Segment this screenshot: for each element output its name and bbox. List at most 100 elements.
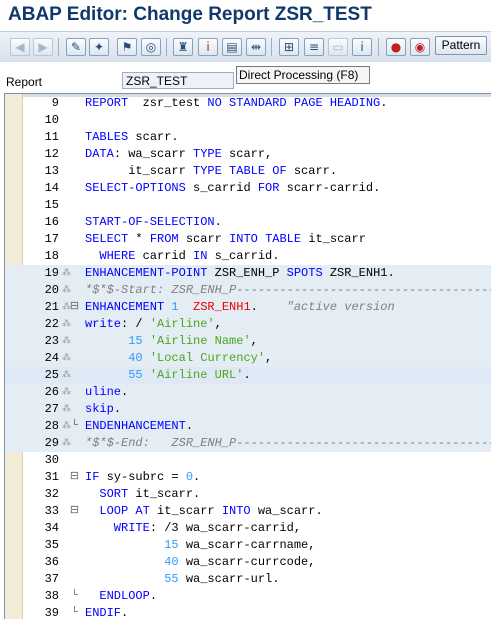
code-token: "active version	[286, 300, 395, 314]
code-line[interactable]: 32 SORT it_scarr.	[5, 486, 491, 503]
code-line[interactable]: 18 WHERE carrid IN s_carrid.	[5, 248, 491, 265]
code-token: ,	[265, 351, 273, 365]
code-line[interactable]: 25 ⁂ 55 'Airline URL'.	[5, 367, 491, 384]
code-token: s_carrid	[193, 181, 258, 195]
session-breakpoint-icon[interactable]: ◉	[410, 38, 430, 56]
line-number: 33	[44, 504, 59, 518]
code-line[interactable]: 14 SELECT-OPTIONS s_carrid FOR scarr-carr…	[5, 180, 491, 197]
code-line[interactable]: 39 └ ENDIF.	[5, 605, 491, 619]
code-line[interactable]: 20 ⁂ *$*$-Start: ZSR_ENH_P----------------…	[5, 282, 491, 299]
code-token: INTO TABLE	[229, 232, 309, 246]
code-token: TYPE	[193, 147, 230, 161]
code-line[interactable]: 27 ⁂ skip.	[5, 401, 491, 418]
enhancement-icon[interactable]: ≡	[304, 38, 324, 56]
line-number: 36	[44, 555, 59, 569]
info-icon[interactable]: i	[352, 38, 372, 56]
enhancement-marker-icon: ⁂	[62, 421, 71, 431]
code-text: WRITE: /3 wa_scarr-carrid,	[85, 520, 301, 537]
code-token: zsr_test	[142, 96, 208, 110]
code-line[interactable]: 23 ⁂ 15 'Airline Name',	[5, 333, 491, 350]
navigation-window-icon[interactable]: ▤	[222, 38, 242, 56]
code-token: .	[250, 300, 287, 314]
code-token: 55	[128, 368, 150, 382]
display-change-icon[interactable]: ✎	[66, 38, 86, 56]
code-token: ZSR_ENH1	[193, 300, 251, 314]
line-number: 22	[44, 317, 59, 331]
activate-icon[interactable]: ⚑	[117, 38, 137, 56]
code-line[interactable]: 29 ⁂ *$*$-End: ZSR_ENH_P------------------…	[5, 435, 491, 452]
code-line[interactable]: 17 SELECT * FROM scarr INTO TABLE it_scar…	[5, 231, 491, 248]
code-line[interactable]: 15	[5, 197, 491, 214]
code-token: it_scarr.	[135, 487, 201, 501]
code-line[interactable]: 12 DATA: wa_scarr TYPE scarr,	[5, 146, 491, 163]
code-line[interactable]: 24 ⁂ 40 'Local Currency',	[5, 350, 491, 367]
fold-toggle-icon[interactable]: ⊟	[69, 299, 80, 316]
code-line[interactable]: 11 TABLES scarr.	[5, 129, 491, 146]
line-number: 15	[44, 198, 59, 212]
code-token: 55	[164, 572, 186, 586]
code-line[interactable]: 16 START-OF-SELECTION.	[5, 214, 491, 231]
code-token: ENHANCEMENT	[85, 300, 172, 314]
code-line[interactable]: 28 ⁂ └ ENDENHANCEMENT.	[5, 418, 491, 435]
code-line[interactable]: 21 ⁂ ⊟ ENHANCEMENT 1 ZSR_ENH1. "active vers…	[5, 299, 491, 316]
code-token: ENHANCEMENT-POINT	[85, 266, 215, 280]
pattern-button[interactable]: Pattern	[435, 36, 487, 55]
code-line[interactable]: 19 ⁂ ENHANCEMENT-POINT ZSR_ENH_P SPOTS ZSR…	[5, 265, 491, 282]
code-line[interactable]: 13 it_scarr TYPE TABLE OF scarr.	[5, 163, 491, 180]
code-line[interactable]: 22 ⁂ write: / 'Airline',	[5, 316, 491, 333]
line-number: 14	[44, 181, 59, 195]
forward-arrow-icon[interactable]: ▶	[33, 38, 53, 56]
test-icon[interactable]: ◎	[141, 38, 161, 56]
display-object-list-icon[interactable]: ⇹	[246, 38, 266, 56]
code-token: REPORT	[85, 96, 143, 110]
code-text: TABLES scarr.	[85, 129, 179, 146]
line-number: 32	[44, 487, 59, 501]
code-token: ENDIF	[85, 606, 122, 619]
code-text: ENDENHANCEMENT.	[85, 418, 193, 435]
fold-toggle-icon[interactable]: ⊟	[69, 503, 80, 520]
code-token: LOOP AT	[85, 504, 158, 518]
fold-toggle-icon[interactable]: ⊟	[69, 469, 80, 486]
code-line[interactable]: 34 WRITE: /3 wa_scarr-carrid,	[5, 520, 491, 537]
code-line[interactable]: 38 └ ENDLOOP.	[5, 588, 491, 605]
disabled-frame-icon[interactable]: ▭	[328, 38, 348, 56]
code-line[interactable]: 37 55 wa_scarr-url.	[5, 571, 491, 588]
line-number: 17	[44, 232, 59, 246]
report-input[interactable]	[122, 72, 234, 89]
code-line[interactable]: 30	[5, 452, 491, 469]
line-number: 30	[44, 453, 59, 467]
code-line[interactable]: 35 15 wa_scarr-carrname,	[5, 537, 491, 554]
code-token: DATA	[85, 147, 114, 161]
code-token: scarr,	[229, 147, 273, 161]
back-arrow-icon[interactable]: ◀	[10, 38, 30, 56]
check-icon[interactable]: ✦	[89, 38, 109, 56]
toolbar-separator	[378, 38, 379, 56]
code-line[interactable]: 36 40 wa_scarr-currcode,	[5, 554, 491, 571]
code-line[interactable]: 26 ⁂ uline.	[5, 384, 491, 401]
code-line[interactable]: 31 ⊟ IF sy-subrc = 0.	[5, 469, 491, 486]
line-number: 9	[51, 96, 59, 110]
code-token: scarr-carrid.	[286, 181, 381, 195]
breakpoint-icon[interactable]: ●	[386, 38, 406, 56]
object-list-icon[interactable]: i	[198, 38, 218, 56]
code-token: 15	[164, 538, 186, 552]
code-token: it_scarr	[85, 164, 194, 178]
code-text: 55 'Airline URL'.	[85, 367, 250, 384]
code-token: it_scarr	[157, 504, 222, 518]
toolbar-separator	[271, 38, 272, 56]
code-token: SELECT-OPTIONS	[85, 181, 194, 195]
fold-end-icon: └	[71, 420, 78, 432]
code-line[interactable]: 10	[5, 112, 491, 129]
code-line[interactable]: 33 ⊟ LOOP AT it_scarr INTO wa_scarr.	[5, 503, 491, 520]
code-token: skip	[85, 402, 114, 416]
code-editor[interactable]: 9 REPORT zsr_test NO STANDARD PAGE HEADIN…	[4, 93, 491, 619]
code-line[interactable]: 9 REPORT zsr_test NO STANDARD PAGE HEADIN…	[5, 95, 491, 112]
code-token: : wa_scarr	[113, 147, 194, 161]
code-text: SORT it_scarr.	[85, 486, 200, 503]
where-used-icon[interactable]: ♜	[173, 38, 193, 56]
hierarchy-icon[interactable]: ⊞	[279, 38, 299, 56]
